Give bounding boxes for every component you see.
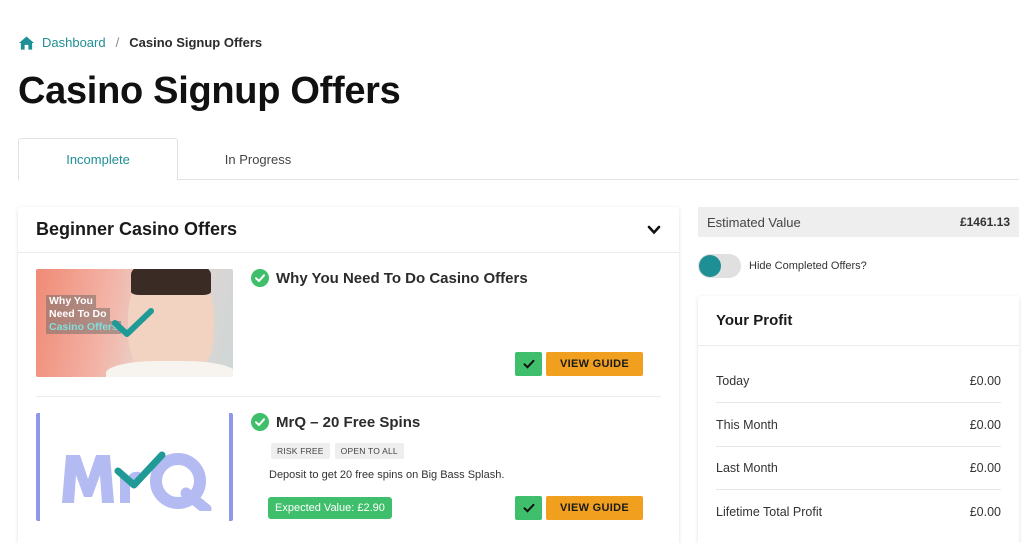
breadcrumb: Dashboard / Casino Signup Offers <box>19 35 262 50</box>
check-icon <box>523 503 534 513</box>
offer-title[interactable]: Why You Need To Do Casino Offers <box>276 270 528 287</box>
mark-complete-button[interactable] <box>515 496 542 520</box>
thumbnail-caption: Why You Need To Do Casino Offers <box>46 295 121 334</box>
tag-badge: OPEN TO ALL <box>334 443 404 459</box>
offer-thumbnail[interactable]: Why You Need To Do Casino Offers <box>36 269 233 377</box>
hide-completed-toggle[interactable] <box>698 254 741 278</box>
offer-actions: VIEW GUIDE <box>515 496 643 520</box>
breadcrumb-current: Casino Signup Offers <box>129 35 263 50</box>
checkmark-icon <box>112 308 154 337</box>
check-circle-icon <box>251 413 269 431</box>
mark-complete-button[interactable] <box>515 352 542 376</box>
check-circle-icon <box>251 269 269 287</box>
profit-row-last-month: Last Month £0.00 <box>716 447 1001 490</box>
expected-value-badge: Expected Value: £2.90 <box>268 497 392 519</box>
tab-in-progress[interactable]: In Progress <box>178 138 338 180</box>
profit-value: £0.00 <box>969 418 1001 432</box>
home-icon[interactable] <box>19 35 34 50</box>
profit-value: £0.00 <box>969 374 1001 388</box>
profit-panel: Your Profit Today £0.00 This Month £0.00… <box>698 296 1019 543</box>
profit-value: £0.00 <box>969 461 1001 475</box>
profit-title: Your Profit <box>698 296 1019 346</box>
tag-badge: RISK FREE <box>271 443 330 459</box>
profit-label: Last Month <box>716 461 778 475</box>
section-header[interactable]: Beginner Casino Offers <box>18 207 679 253</box>
profit-label: This Month <box>716 418 778 432</box>
chevron-down-icon[interactable] <box>647 223 661 237</box>
estimated-value-amount: £1461.13 <box>959 215 1010 229</box>
offer-card: Why You Need To Do Casino Offers Why You… <box>36 269 661 397</box>
estimated-value-bar: Estimated Value £1461.13 <box>698 207 1019 237</box>
offer-thumbnail[interactable] <box>36 413 233 521</box>
page-title: Casino Signup Offers <box>18 70 401 112</box>
breadcrumb-separator: / <box>115 35 120 50</box>
offer-title-row: Why You Need To Do Casino Offers <box>251 269 528 287</box>
view-guide-button[interactable]: VIEW GUIDE <box>546 496 643 520</box>
breadcrumb-home-link[interactable]: Dashboard <box>42 35 106 50</box>
offer-tags: RISK FREE OPEN TO ALL <box>271 443 404 459</box>
profit-row-today: Today £0.00 <box>716 360 1001 403</box>
hide-completed-row: Hide Completed Offers? <box>698 254 867 278</box>
offer-actions: VIEW GUIDE <box>515 352 643 376</box>
section-title: Beginner Casino Offers <box>36 219 238 239</box>
hide-completed-label: Hide Completed Offers? <box>749 260 867 272</box>
view-guide-button[interactable]: VIEW GUIDE <box>546 352 643 376</box>
offer-title[interactable]: MrQ – 20 Free Spins <box>276 414 420 431</box>
offer-description: Deposit to get 20 free spins on Big Bass… <box>269 469 505 481</box>
mrq-logo <box>62 451 212 511</box>
offers-panel: Beginner Casino Offers Why You Need To D… <box>18 207 679 543</box>
profit-row-lifetime: Lifetime Total Profit £0.00 <box>716 490 1001 533</box>
profit-label: Today <box>716 374 750 388</box>
check-icon <box>523 359 534 369</box>
tab-incomplete[interactable]: Incomplete <box>18 138 178 181</box>
offer-card: MrQ – 20 Free Spins RISK FREE OPEN TO AL… <box>36 413 661 543</box>
estimated-value-label: Estimated Value <box>707 214 801 230</box>
tab-bar: Incomplete In Progress <box>18 138 1019 181</box>
offer-title-row: MrQ – 20 Free Spins <box>251 413 420 431</box>
profit-value: £0.00 <box>969 504 1001 519</box>
profit-row-this-month: This Month £0.00 <box>716 404 1001 447</box>
profit-label: Lifetime Total Profit <box>716 504 823 519</box>
